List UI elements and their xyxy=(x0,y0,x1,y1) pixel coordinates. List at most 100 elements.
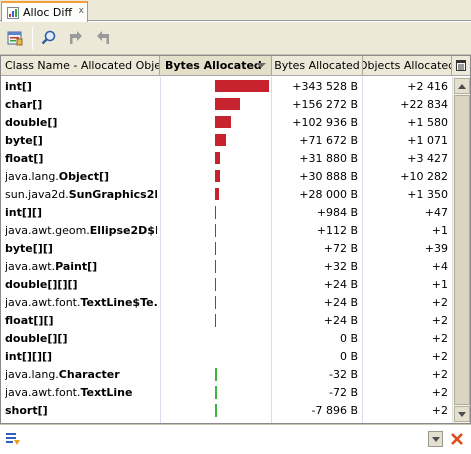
table-row[interactable]: short[] -7 896 B +2 xyxy=(1,401,452,419)
table-row[interactable]: sun.java2d. SunGraphics2D +28 000 B +1 350 xyxy=(1,185,452,203)
class-name-cell: int[] xyxy=(5,77,157,95)
bytes-allocated-cell: +28 000 B xyxy=(299,187,358,201)
next-button[interactable] xyxy=(92,27,114,49)
class-name: byte[] xyxy=(5,133,43,147)
bytes-bar-negative xyxy=(215,368,217,381)
table-row[interactable]: char[] +156 272 B +22 834 xyxy=(1,95,452,113)
chevron-down-icon xyxy=(431,436,440,442)
sort-descending-icon xyxy=(256,63,266,68)
class-name: double[][] xyxy=(5,331,68,345)
class-name: float[][] xyxy=(5,313,54,327)
table-row[interactable]: float[][] +24 B +2 xyxy=(1,311,452,329)
objects-allocated-cell: +1 350 xyxy=(407,187,448,201)
tab-bar: Alloc Diff x xyxy=(0,0,471,22)
table-row[interactable]: double[][] 0 B +2 xyxy=(1,329,452,347)
class-name-cell: byte[] xyxy=(5,131,157,149)
tab-label: Alloc Diff xyxy=(23,6,73,19)
objects-allocated-cell: +4 xyxy=(431,259,448,273)
class-name: int[][] xyxy=(5,205,42,219)
find-button[interactable] xyxy=(38,27,60,49)
class-name-cell: int[][][] xyxy=(5,347,157,365)
filter-type-icon[interactable] xyxy=(5,431,21,447)
table-row[interactable]: java.lang. Character -32 B +2 xyxy=(1,365,452,383)
scroll-down-button[interactable] xyxy=(454,406,470,422)
class-name: Paint[] xyxy=(55,259,98,273)
table-row[interactable]: java.lang. Object[] +30 888 B +10 282 xyxy=(1,167,452,185)
alloc-diff-table: Class Name - Allocated Objects Bytes All… xyxy=(0,55,471,424)
objects-allocated-cell: +1 580 xyxy=(407,115,448,129)
package-name: java.awt.font. xyxy=(5,385,81,399)
class-name: double[][][] xyxy=(5,277,78,291)
snapshot-button[interactable] xyxy=(4,27,26,49)
scroll-up-button[interactable] xyxy=(454,78,470,94)
class-name: Object[] xyxy=(58,169,110,183)
table-row[interactable]: double[][][] +24 B +1 xyxy=(1,275,452,293)
column-selector-icon xyxy=(456,60,466,71)
column-class-name[interactable]: Class Name - Allocated Objects xyxy=(1,56,160,75)
bytes-bar-positive xyxy=(215,296,216,309)
class-name-cell: java.lang. Object[] xyxy=(5,167,157,185)
column-selector-button[interactable] xyxy=(452,56,470,75)
class-name: double[] xyxy=(5,115,58,129)
scrollbar-thumb[interactable] xyxy=(454,95,470,405)
table-row[interactable]: float[] +31 880 B +3 427 xyxy=(1,149,452,167)
table-row[interactable]: java.awt.font.TextLine$Te... +24 B +2 xyxy=(1,293,452,311)
class-name: int[] xyxy=(5,79,32,93)
objects-allocated-cell: +2 xyxy=(431,367,448,381)
previous-button[interactable] xyxy=(65,27,87,49)
package-name: java.lang. xyxy=(5,169,59,183)
bytes-allocated-cell: +984 B xyxy=(316,205,358,219)
class-name-cell: double[][] xyxy=(5,329,157,347)
class-name-cell: byte[][] xyxy=(5,239,157,257)
table-row[interactable]: byte[][] +72 B +39 xyxy=(1,239,452,257)
table-row[interactable]: byte[] +71 672 B +1 071 xyxy=(1,131,452,149)
bytes-allocated-cell: +24 B xyxy=(323,313,358,327)
objects-allocated-cell: +1 xyxy=(431,277,448,291)
table-row[interactable]: int[] +343 528 B +2 416 xyxy=(1,77,452,95)
bytes-bar-positive xyxy=(215,260,216,273)
bytes-allocated-cell: -32 B xyxy=(328,367,358,381)
package-name: sun.java2d. xyxy=(5,187,69,201)
table-row[interactable]: int[][] +984 B +47 xyxy=(1,203,452,221)
bytes-allocated-cell: +156 272 B xyxy=(292,97,358,111)
next-icon xyxy=(97,31,109,44)
bytes-bar-positive xyxy=(215,224,216,237)
column-bytes-allocated-bar[interactable]: Bytes Allocated xyxy=(160,56,272,75)
bytes-bar-positive xyxy=(215,116,231,128)
class-name-cell: java.awt.geom.Ellipse2D$F... xyxy=(5,221,157,239)
objects-allocated-cell: +2 xyxy=(431,295,448,309)
tab-alloc-diff[interactable]: Alloc Diff x xyxy=(1,1,88,22)
clear-icon xyxy=(451,433,463,445)
vertical-scrollbar[interactable] xyxy=(452,77,470,423)
class-name: TextLine xyxy=(80,385,133,399)
bytes-allocated-cell: 0 B xyxy=(339,331,358,345)
alloc-diff-icon xyxy=(7,6,19,19)
clear-filter-button[interactable] xyxy=(449,431,465,447)
column-objects-allocated[interactable]: Objects Allocated xyxy=(363,56,452,75)
class-name-cell: char[] xyxy=(5,95,157,113)
class-name-cell: double[] xyxy=(5,113,157,131)
table-row[interactable]: java.awt.font. TextLine -72 B +2 xyxy=(1,383,452,401)
column-bytes-allocated-bar-label: Bytes Allocated xyxy=(165,59,262,72)
class-name-cell: int[][] xyxy=(5,203,157,221)
table-row[interactable]: double[] +102 936 B +1 580 xyxy=(1,113,452,131)
filter-input[interactable] xyxy=(24,429,428,449)
bytes-bar-positive xyxy=(215,278,216,291)
class-name-cell: java.awt. Paint[] xyxy=(5,257,157,275)
package-name: java.awt.font. xyxy=(5,295,81,309)
filter-history-button[interactable] xyxy=(428,431,443,447)
table-row[interactable]: java.awt. Paint[] +32 B +4 xyxy=(1,257,452,275)
column-bytes-allocated[interactable]: Bytes Allocated xyxy=(272,56,363,75)
bytes-bar-negative xyxy=(215,404,217,417)
close-icon[interactable]: x xyxy=(79,6,84,16)
bytes-allocated-cell: +32 B xyxy=(323,259,358,273)
table-row[interactable]: int[][][] 0 B +2 xyxy=(1,347,452,365)
class-name: int[][][] xyxy=(5,349,53,363)
class-name-cell: java.awt.font.TextLine$Te... xyxy=(5,293,157,311)
arrow-down-icon xyxy=(458,411,466,417)
objects-allocated-cell: +10 282 xyxy=(400,169,448,183)
class-name-cell: float[][] xyxy=(5,311,157,329)
package-name: java.lang. xyxy=(5,367,59,381)
class-name: float[] xyxy=(5,151,44,165)
table-row[interactable]: java.awt.geom.Ellipse2D$F... +112 B +1 xyxy=(1,221,452,239)
